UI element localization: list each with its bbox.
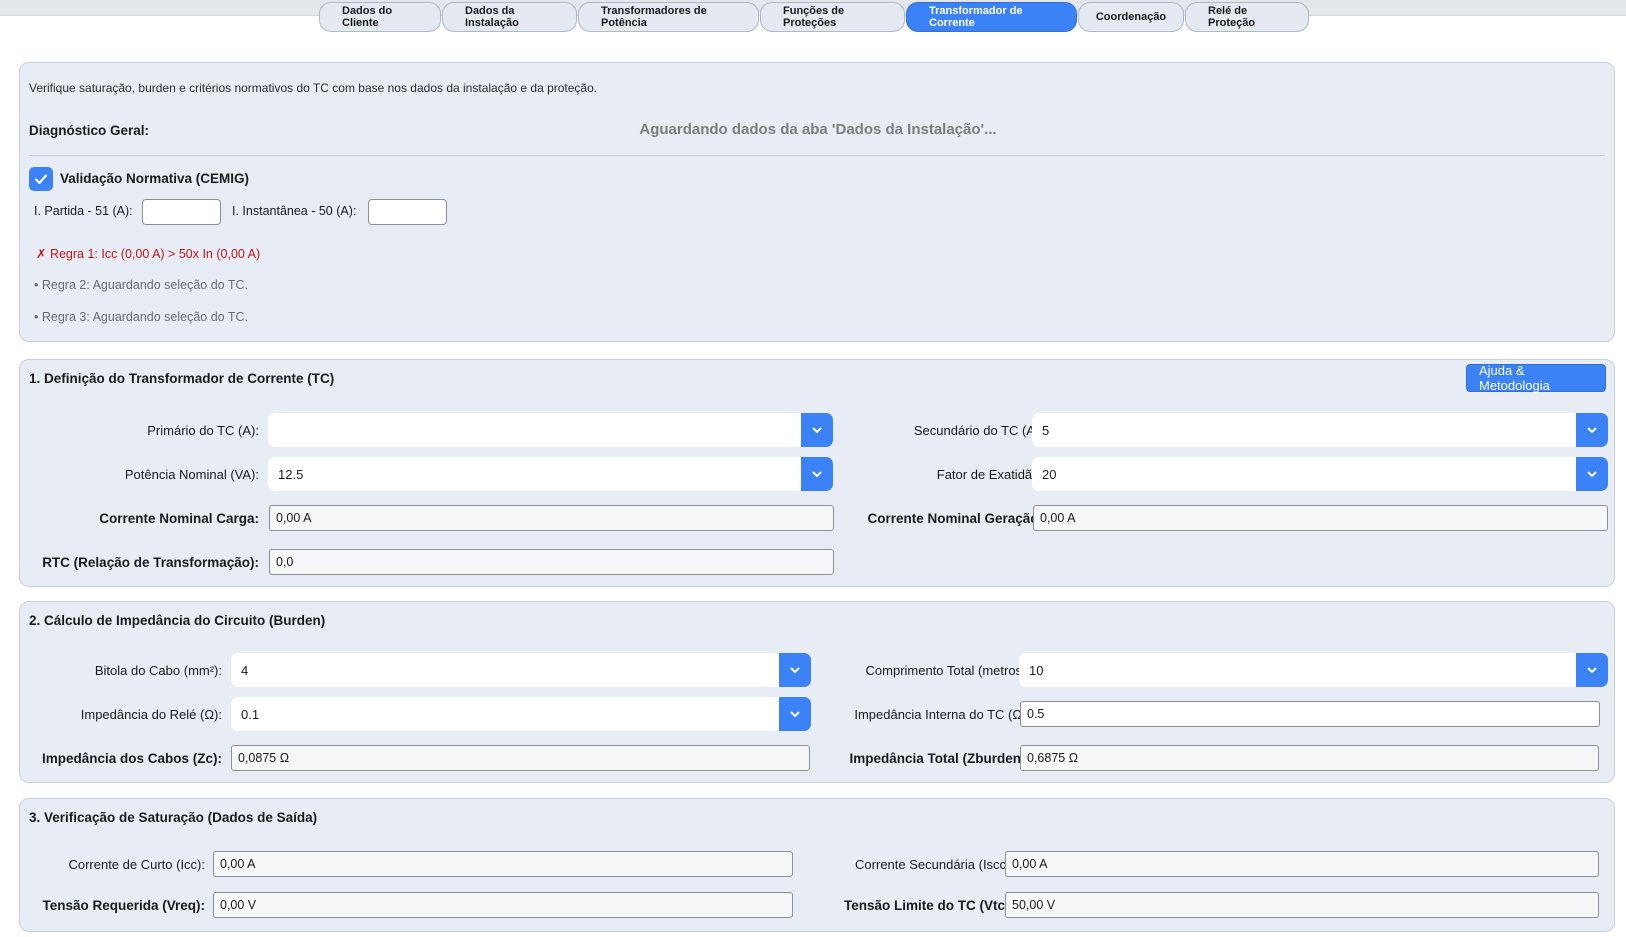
cable-imp-field: 0,0875 Ω — [231, 745, 810, 771]
power-value: 12.5 — [278, 466, 304, 482]
vtc-label: Tensão Limite do TC (Vtc): — [843, 898, 1014, 913]
tab-transformadores-potencia[interactable]: Transformadores de Potência — [578, 2, 759, 32]
vreq-label: Tensão Requerida (Vreq): — [42, 898, 205, 913]
total-imp-label: Impedância Total (Zburden): — [849, 751, 1030, 766]
tab-transformador-corrente[interactable]: Transformador de Corrente — [906, 2, 1077, 32]
secondary-label: Secundário do TC (A): — [913, 423, 1043, 438]
cable-label: Bitola do Cabo (mm²): — [94, 663, 222, 678]
accuracy-value: 20 — [1042, 466, 1057, 482]
icc-field: 0,00 A — [213, 851, 793, 877]
secondary-select[interactable]: 5 — [1032, 413, 1608, 447]
rule2-status: • Regra 2: Aguardando seleção do TC. — [34, 278, 249, 292]
relay-imp-value: 0.1 — [241, 706, 260, 722]
total-imp-field: 0,6875 Ω — [1020, 745, 1599, 771]
tab-dados-cliente[interactable]: Dados do Cliente — [319, 2, 441, 32]
inst-50-input[interactable] — [368, 199, 447, 225]
tab-dados-instalacao[interactable]: Dados da Instalação — [442, 2, 577, 32]
secondary-value: 5 — [1042, 422, 1050, 438]
load-current-field: 0,00 A — [269, 505, 834, 531]
accuracy-select[interactable]: 20 — [1032, 457, 1608, 491]
validation-label: Validação Normativa (CEMIG) — [60, 171, 250, 186]
primary-select[interactable] — [268, 413, 833, 447]
section2-panel: 2. Cálculo de Impedância do Circuito (Bu… — [19, 601, 1615, 783]
iscc-field: 0,00 A — [1005, 851, 1599, 877]
help-button[interactable]: Ajuda & Metodologia — [1466, 363, 1606, 393]
internal-imp-label: Impedância Interna do TC (Ω): — [854, 707, 1030, 722]
relay-imp-select[interactable]: 0.1 — [231, 697, 811, 731]
length-value: 10 — [1029, 662, 1044, 678]
vtc-field: 50,00 V — [1005, 892, 1599, 918]
pickup-51-label: I. Partida - 51 (A): — [34, 204, 133, 218]
section2-title: 2. Cálculo de Impedância do Circuito (Bu… — [29, 613, 326, 628]
tab-funcoes-protecoes[interactable]: Funções de Proteções — [760, 2, 905, 32]
primary-label: Primário do TC (A): — [147, 423, 259, 438]
length-select[interactable]: 10 — [1019, 653, 1608, 687]
cable-imp-label: Impedância dos Cabos (Zc): — [41, 751, 222, 766]
diagnostic-status: Aguardando dados da aba 'Dados da Instal… — [639, 121, 997, 138]
summary-panel: Verifique saturação, burden e critérios … — [19, 62, 1615, 342]
rule3-status: • Regra 3: Aguardando seleção do TC. — [34, 310, 249, 324]
chevron-down-icon[interactable] — [1576, 413, 1608, 447]
section3-title: 3. Verificação de Saturação (Dados de Sa… — [29, 810, 318, 825]
check-icon — [34, 174, 48, 185]
chevron-down-icon[interactable] — [1576, 457, 1608, 491]
gen-current-field: 0,00 A — [1033, 505, 1608, 531]
cable-value: 4 — [241, 662, 249, 678]
length-label: Comprimento Total (metros): — [865, 663, 1030, 678]
accuracy-label: Fator de Exatidão: — [936, 467, 1043, 482]
internal-imp-input[interactable]: 0.5 — [1020, 701, 1600, 727]
inst-50-label: I. Instantânea - 50 (A): — [232, 204, 357, 218]
power-select[interactable]: 12.5 — [268, 457, 833, 491]
rule1-status: ✗ Regra 1: Icc (0,00 A) > 50x In (0,00 A… — [36, 247, 261, 261]
relay-imp-label: Impedância do Relé (Ω): — [80, 707, 222, 722]
vreq-field: 0,00 V — [213, 892, 793, 918]
chevron-down-icon[interactable] — [1576, 653, 1608, 687]
tab-bar: Dados do Cliente Dados da Instalação Tra… — [319, 2, 1310, 32]
icc-label: Corrente de Curto (Icc): — [68, 857, 205, 872]
tab-rele-protecao[interactable]: Relé de Proteção — [1185, 2, 1309, 32]
rtc-label: RTC (Relação de Transformação): — [42, 555, 259, 570]
divider — [29, 155, 1605, 156]
power-label: Potência Nominal (VA): — [124, 467, 259, 482]
tab-coordenacao[interactable]: Coordenação — [1078, 2, 1184, 32]
gen-current-label: Corrente Nominal Geração: — [867, 511, 1043, 526]
iscc-label: Corrente Secundária (Iscc): — [855, 857, 1014, 872]
rtc-field: 0,0 — [269, 549, 834, 575]
load-current-label: Corrente Nominal Carga: — [99, 511, 259, 526]
section1-title: 1. Definição do Transformador de Corrent… — [29, 371, 335, 386]
section1-panel: 1. Definição do Transformador de Corrent… — [19, 359, 1615, 587]
section3-panel: 3. Verificação de Saturação (Dados de Sa… — [19, 798, 1615, 932]
pickup-51-input[interactable] — [142, 199, 221, 225]
validation-checkbox[interactable] — [29, 167, 53, 191]
cable-select[interactable]: 4 — [231, 653, 811, 687]
intro-text: Verifique saturação, burden e critérios … — [29, 81, 598, 95]
